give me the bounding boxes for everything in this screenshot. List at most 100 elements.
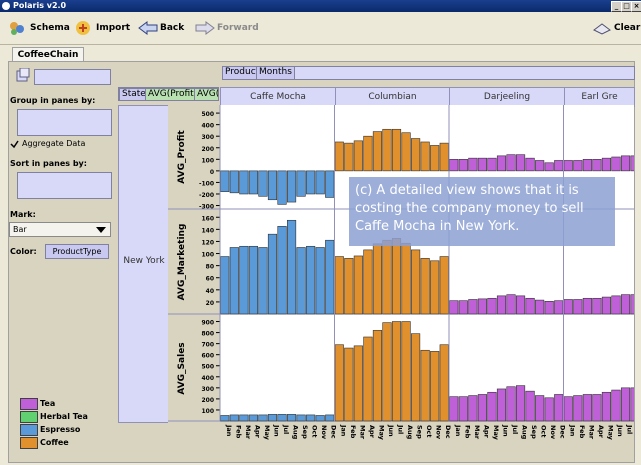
close-button[interactable]: × (631, 1, 641, 12)
bar (477, 298, 487, 315)
import-button[interactable]: Import (74, 19, 130, 37)
legend-swatch (20, 437, 38, 449)
shelf-pill-avg-overflow[interactable]: AVG( (194, 88, 218, 100)
bar (620, 387, 631, 422)
bar (611, 389, 621, 422)
annotation-callout: (c) A detailed view shows that it is cos… (349, 177, 615, 246)
bar (420, 141, 430, 172)
bar (506, 294, 516, 315)
bar (372, 330, 383, 422)
bar (258, 414, 268, 422)
bar (515, 385, 526, 422)
bar (372, 131, 383, 172)
bar (515, 295, 526, 315)
bar (315, 247, 325, 315)
x-tick-label: Jul (282, 424, 290, 434)
bar (220, 256, 230, 315)
bar (468, 299, 478, 315)
mark-type-dropdown[interactable]: Bar (9, 222, 111, 237)
x-tick-label: Dec (330, 425, 338, 439)
bar (248, 245, 258, 315)
bar (344, 142, 354, 172)
x-tick-label: Oct (425, 425, 433, 438)
mark-label: Mark: (10, 210, 36, 219)
shelf-pill-months[interactable]: Months (256, 66, 295, 80)
bar (239, 245, 249, 315)
forward-button[interactable]: Forward (195, 19, 259, 37)
y-tick-label: 100 (201, 157, 214, 164)
bar (554, 160, 564, 172)
bar (496, 295, 507, 315)
x-tick-label: Mar (587, 425, 595, 440)
window-title: Polaris v2.0 (13, 1, 67, 10)
bar (363, 336, 373, 422)
y-tick-label: 900 (201, 320, 214, 327)
clear-button[interactable]: Clear (592, 19, 640, 37)
bar (296, 247, 306, 315)
group-in-panes-shelf[interactable] (17, 109, 112, 136)
bar (582, 394, 592, 422)
bar (535, 299, 545, 315)
x-tick-label: Nov (320, 425, 328, 440)
eraser-icon (593, 23, 611, 35)
back-button[interactable]: Back (138, 19, 188, 37)
bar (306, 414, 316, 422)
x-tick-label: Jun (501, 424, 509, 437)
bar (573, 160, 583, 172)
bar (535, 160, 545, 172)
y-tick-label: 500 (201, 364, 214, 371)
x-tick-label: Jun (616, 424, 624, 437)
bar (344, 258, 354, 315)
bar (430, 351, 440, 422)
bar (411, 138, 421, 172)
bar (353, 140, 363, 172)
x-tick-label: Jul (397, 424, 405, 434)
y-tick-label: 300 (201, 386, 214, 393)
field-search-input[interactable] (34, 69, 111, 85)
x-tick-label: Sep (301, 425, 309, 439)
x-tick-label: Feb (234, 425, 242, 439)
y-tick-label: -100 (199, 180, 214, 187)
chevron-down-icon (96, 227, 106, 233)
column-header-columbian: Columbian (335, 87, 450, 107)
bar (477, 394, 487, 422)
bar (344, 347, 354, 422)
bar (506, 154, 516, 172)
aggregate-data-label: Aggregate Data (22, 139, 86, 148)
bar (277, 414, 287, 422)
import-icon (76, 21, 90, 35)
sort-in-panes-shelf[interactable] (17, 172, 112, 199)
y-tick-label: 160 (201, 215, 214, 222)
bar (306, 245, 316, 315)
bar (296, 414, 306, 422)
x-tick-label: Mar (473, 425, 481, 440)
x-tick-label: Jan (568, 424, 576, 437)
schema-button[interactable]: Schema (8, 19, 70, 37)
bar (573, 395, 583, 422)
x-tick-label: Jan (339, 424, 347, 437)
bar (401, 242, 411, 315)
bar (239, 414, 249, 422)
legend-swatch (20, 398, 38, 410)
field-list-icon (16, 68, 30, 82)
bar (315, 170, 325, 195)
rows-shelf[interactable]: State AVG(Profit) AVG( (118, 87, 219, 101)
x-tick-label: Feb (578, 425, 586, 439)
x-tick-label: Nov (435, 425, 443, 440)
bar (267, 170, 278, 201)
x-tick-label: May (263, 425, 271, 441)
x-tick-label: Sep (530, 425, 538, 439)
x-tick-label: Feb (349, 425, 357, 439)
bar (477, 157, 487, 172)
bar (468, 395, 478, 422)
bar (592, 394, 602, 422)
y-tick-label: 200 (201, 397, 214, 404)
bar (630, 387, 634, 422)
aggregate-checkbox[interactable] (10, 140, 19, 149)
y-tick-label: 400 (201, 375, 214, 382)
shelf-pill-avg-profit[interactable]: AVG(Profit) (145, 88, 201, 100)
bar (496, 155, 507, 172)
schema-icon (10, 22, 24, 35)
bar (554, 300, 564, 315)
color-field-pill[interactable]: ProductType (45, 244, 109, 259)
